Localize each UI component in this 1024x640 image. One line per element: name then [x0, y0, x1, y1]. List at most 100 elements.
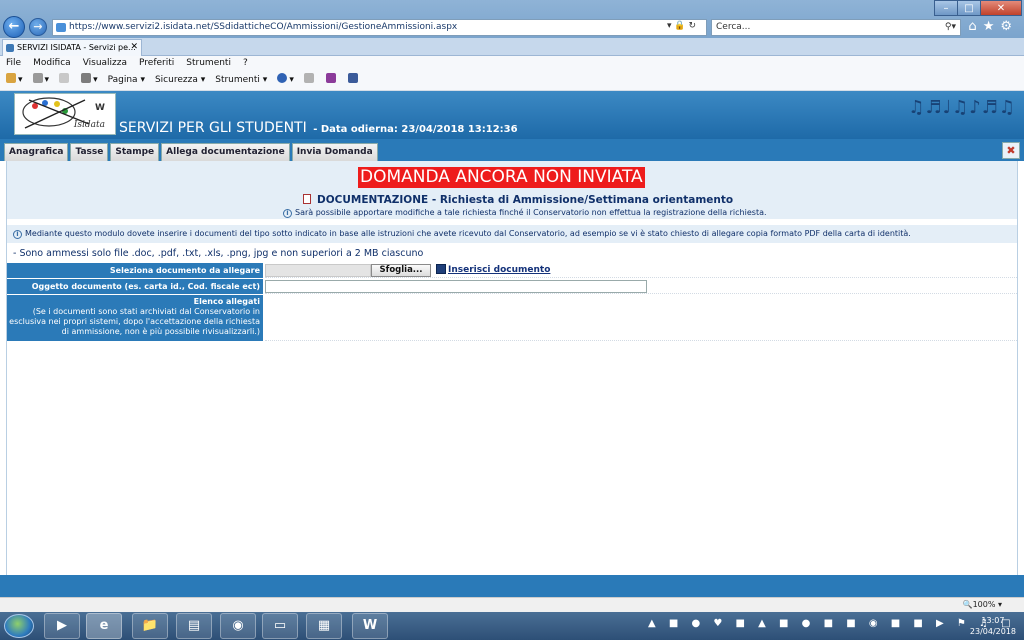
music-notes-decoration: ♫♬♩♫♪♬♫	[908, 97, 1016, 118]
svg-text:W: W	[95, 103, 105, 113]
research-icon	[325, 73, 336, 83]
modification-note: i Sarà possibile apportare modifiche a ta…	[283, 208, 767, 218]
document-icon	[303, 194, 311, 204]
folder-icon[interactable]: ▭	[262, 613, 298, 639]
info-icon: i	[13, 230, 22, 239]
favorites-star-icon[interactable]: ★	[983, 19, 1001, 34]
gear-icon[interactable]: ⚙	[1000, 19, 1018, 34]
security-menu[interactable]: Sicurezza ▾	[155, 71, 205, 90]
browse-button[interactable]: Sfoglia...	[371, 264, 431, 277]
addon-cmd-3[interactable]	[347, 71, 360, 90]
status-section: DOMANDA ANCORA NON INVIATA DOCUMENTAZION…	[7, 161, 1017, 219]
home-icon[interactable]: ⌂	[968, 19, 982, 34]
file-path-input[interactable]	[265, 264, 371, 277]
menu-help[interactable]: ?	[243, 56, 248, 71]
form-row-attachments: Elenco allegati (Se i documenti sono sta…	[7, 295, 1017, 341]
tab-stampe[interactable]: Stampe	[110, 143, 160, 161]
subject-label: Oggetto documento (es. carta id., Cod. f…	[7, 279, 263, 294]
browser-right-icons: ⌂★⚙	[968, 19, 1018, 34]
row-divider	[265, 293, 1017, 294]
windows-taskbar: ▶ e 📁 ▤ ◉ ▭ ▦ W ▲ ■ ● ♥ ■ ▲ ■ ● ■ ■ ◉ ■ …	[0, 612, 1024, 640]
start-button[interactable]	[4, 614, 34, 638]
tab-close-icon[interactable]: ✕	[130, 40, 138, 55]
window-controls: – □ ✕	[934, 0, 1022, 16]
instructions-text: Mediante questo modulo dovete inserire i…	[25, 229, 911, 238]
clock-time: 13:07	[981, 616, 1005, 625]
home-cmd[interactable]: ▾	[6, 71, 23, 90]
tab-tasse[interactable]: Tasse	[70, 143, 109, 161]
tools-menu[interactable]: Strumenti ▾	[215, 71, 267, 90]
row-divider	[265, 340, 1017, 341]
help-icon	[277, 73, 288, 83]
tab-invia-domanda[interactable]: Invia Domanda	[291, 143, 378, 161]
feeds-cmd[interactable]: ▾	[32, 71, 49, 90]
page-footer-bar	[0, 575, 1024, 597]
back-button[interactable]: ←	[3, 16, 25, 38]
command-bar: ▾ ▾ ▾ Pagina ▾ Sicurezza ▾ Strumenti ▾ ▾	[0, 71, 1024, 91]
maximize-button[interactable]: □	[957, 0, 981, 16]
page-tabs: Anagrafica Tasse Stampe Allega documenta…	[4, 143, 380, 161]
tab-allega-documentazione[interactable]: Allega documentazione	[161, 143, 290, 161]
search-placeholder: Cerca...	[716, 22, 751, 32]
calculator-icon[interactable]: ▦	[306, 613, 342, 639]
notepad-icon[interactable]: ▤	[176, 613, 212, 639]
logo-text: Isidata	[73, 120, 105, 130]
subject-input[interactable]	[265, 280, 647, 293]
site-header: W Isidata SERVIZI PER GLI STUDENTI - Dat…	[0, 91, 1024, 139]
page-menu-label: Pagina	[107, 75, 138, 85]
menu-file[interactable]: File	[6, 56, 21, 71]
page-menu[interactable]: Pagina ▾	[108, 71, 145, 90]
system-clock[interactable]: 13:07 23/04/2018	[970, 615, 1016, 637]
current-date: - Data odierna: 23/04/2018 13:12:36	[313, 124, 518, 135]
menu-preferiti[interactable]: Preferiti	[139, 56, 174, 71]
menu-modifica[interactable]: Modifica	[33, 56, 71, 71]
save-disk-icon[interactable]	[436, 264, 446, 274]
address-bar[interactable]: https://www.servizi2.isidata.net/SSdidat…	[52, 19, 707, 36]
info-icon: i	[283, 209, 292, 218]
address-tools[interactable]: ▾ 🔒 ↻	[667, 19, 696, 36]
zoom-level[interactable]: 🔍100% ▾	[963, 598, 1002, 612]
search-input[interactable]: Cerca... ⚲▾	[711, 19, 961, 36]
doc-title-text: DOCUMENTAZIONE - Richiesta di Ammissione…	[317, 194, 734, 206]
allowed-files-note: - Sono ammessi solo file .doc, .pdf, .tx…	[13, 248, 424, 259]
help-cmd[interactable]: ▾	[277, 71, 294, 90]
row-divider	[265, 277, 1017, 278]
browser-status-bar: 🔍100% ▾	[0, 597, 1024, 612]
tab-anagrafica[interactable]: Anagrafica	[4, 143, 69, 161]
menu-strumenti[interactable]: Strumenti	[186, 56, 231, 71]
tools-menu-label: Strumenti	[215, 75, 260, 85]
section-heading: DOCUMENTAZIONE - Richiesta di Ammissione…	[303, 194, 733, 206]
word-icon[interactable]: W	[352, 613, 388, 639]
print-icon	[81, 73, 92, 83]
security-menu-label: Sicurezza	[154, 75, 198, 85]
doc-note-text: Sarà possibile apportare modifiche a tal…	[295, 208, 767, 217]
addon-cmd-1[interactable]	[303, 71, 316, 90]
web-page: W Isidata SERVIZI PER GLI STUDENTI - Dat…	[0, 91, 1024, 597]
select-document-label: Seleziona documento da allegare	[7, 263, 263, 278]
search-icon[interactable]: ⚲▾	[945, 20, 956, 35]
close-window-button[interactable]: ✕	[980, 0, 1022, 16]
app-icon[interactable]: ◉	[220, 613, 256, 639]
page-tabs-bar: Anagrafica Tasse Stampe Allega documenta…	[0, 139, 1024, 161]
mail-cmd[interactable]	[59, 71, 71, 90]
attachments-title: Elenco allegati	[193, 297, 260, 306]
minimize-button[interactable]: –	[934, 0, 958, 16]
menu-visualizza[interactable]: Visualizza	[83, 56, 127, 71]
forward-button[interactable]: →	[29, 18, 47, 36]
media-player-icon[interactable]: ▶	[44, 613, 80, 639]
attachments-note: (Se i documenti sono stati archiviati da…	[9, 307, 260, 336]
browser-tabstrip: SERVIZI ISIDATA - Servizi pe... ✕	[0, 38, 1024, 56]
internet-explorer-icon[interactable]: e	[86, 613, 122, 639]
browser-chrome: ← → https://www.servizi2.isidata.net/SSd…	[0, 0, 1024, 40]
feeds-icon	[32, 73, 43, 83]
tab-favicon-icon	[6, 44, 14, 52]
home-icon	[6, 73, 16, 83]
file-explorer-icon[interactable]: 📁	[132, 613, 168, 639]
url-text: https://www.servizi2.isidata.net/SSdidat…	[69, 22, 458, 32]
zoom-value: 100%	[972, 600, 996, 609]
print-cmd[interactable]: ▾	[81, 71, 98, 90]
insert-document-link[interactable]: Inserisci documento	[448, 264, 550, 277]
addon-cmd-2[interactable]	[325, 71, 338, 90]
browser-tab[interactable]: SERVIZI ISIDATA - Servizi pe... ✕	[2, 39, 142, 56]
close-page-icon[interactable]: ✖	[1002, 142, 1020, 159]
